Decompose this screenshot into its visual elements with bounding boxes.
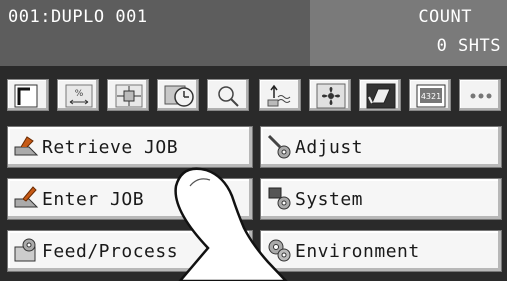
paper-corner-button[interactable] [7,79,49,111]
fan-button[interactable] [309,79,351,111]
more-icon [470,93,492,99]
status-header: 001:DUPLO 001 COUNT 0 SHTS [0,0,507,66]
count-label: COUNT [418,7,472,27]
environment-button[interactable]: Environment [260,230,502,272]
more-button[interactable] [459,79,501,111]
system-icon [268,187,291,210]
enter-job-icon [14,186,39,208]
counter-button[interactable]: 4321 [409,79,451,111]
enter-job-button[interactable]: Enter JOB [7,178,253,220]
fan-icon [316,83,346,109]
feed-process-icon [14,238,36,262]
count-value: 0 SHTS [436,36,501,56]
environment-label: Environment [295,241,420,262]
system-label: System [295,189,364,210]
feed-wave-icon [267,84,291,107]
adjust-icon [267,134,291,159]
scale-button[interactable]: % [57,79,99,111]
counter-icon-text: 4321 [421,92,441,101]
count-area: COUNT 0 SHTS [310,0,507,66]
timer-button[interactable] [157,79,199,111]
feed-process-button[interactable]: Feed/Process [7,230,253,272]
counter-icon: 4321 [416,84,446,108]
search-icon [218,86,239,107]
search-button[interactable] [207,79,249,111]
enter-job-label: Enter JOB [42,189,145,210]
svg-text:%: % [75,89,84,99]
current-job-name: 001:DUPLO 001 [8,7,148,27]
paper-corner-icon [14,84,38,108]
fold-icon [366,83,396,109]
timer-icon [164,85,194,107]
retrieve-job-label: Retrieve JOB [42,137,179,158]
feed-wave-button[interactable] [259,79,301,111]
adjust-button[interactable]: Adjust [260,126,502,168]
environment-icon [268,239,291,262]
position-button[interactable] [107,79,149,111]
retrieve-job-icon [14,136,39,156]
fold-button[interactable] [359,79,401,111]
position-adjust-icon [115,84,143,108]
feed-process-label: Feed/Process [42,241,179,262]
adjust-label: Adjust [295,137,364,158]
system-button[interactable]: System [260,178,502,220]
retrieve-job-button[interactable]: Retrieve JOB [7,126,253,168]
percent-scale-icon: % [65,84,93,108]
job-info-area: 001:DUPLO 001 [0,0,310,66]
